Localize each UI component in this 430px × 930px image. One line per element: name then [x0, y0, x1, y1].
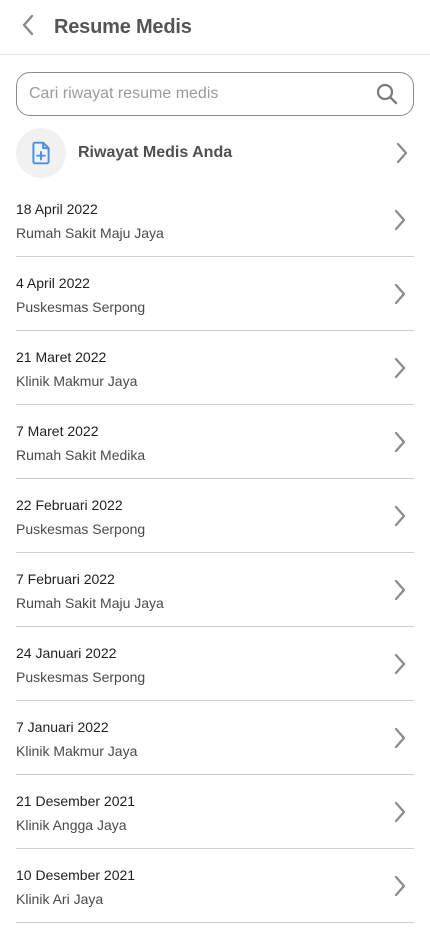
search-bar [16, 72, 414, 116]
app-header: Resume Medis [0, 0, 430, 55]
chevron-right-icon [390, 141, 414, 165]
chevron-right-icon [388, 874, 412, 898]
record-facility: Klinik Angga Jaya [16, 816, 127, 833]
medical-record-list: 18 April 2022 Rumah Sakit Maju Jaya 4 Ap… [16, 183, 414, 923]
record-date: 22 Februari 2022 [16, 496, 123, 513]
record-list-item[interactable]: 7 Maret 2022 Rumah Sakit Medika [16, 405, 414, 479]
search-input[interactable] [29, 85, 375, 103]
record-list-item[interactable]: 4 April 2022 Puskesmas Serpong [16, 257, 414, 331]
record-facility: Puskesmas Serpong [16, 298, 146, 315]
record-list-item[interactable]: 21 Desember 2021 Klinik Angga Jaya [16, 775, 414, 849]
record-facility: Klinik Makmur Jaya [16, 372, 138, 389]
search-icon[interactable] [375, 82, 399, 106]
chevron-right-icon [388, 356, 412, 380]
record-date: 18 April 2022 [16, 200, 98, 217]
chevron-left-icon [21, 13, 35, 42]
record-date: 21 Desember 2021 [16, 792, 136, 809]
record-date: 7 Februari 2022 [16, 570, 115, 587]
chevron-right-icon [388, 726, 412, 750]
medical-history-row[interactable]: Riwayat Medis Anda [16, 128, 414, 178]
record-list-item[interactable]: 22 Februari 2022 Puskesmas Serpong [16, 479, 414, 553]
chevron-right-icon [388, 504, 412, 528]
record-list-item[interactable]: 7 Januari 2022 Klinik Makmur Jaya [16, 701, 414, 775]
chevron-right-icon [388, 578, 412, 602]
chevron-right-icon [388, 800, 412, 824]
chevron-right-icon [388, 652, 412, 676]
medical-history-title: Riwayat Medis Anda [78, 144, 233, 161]
record-facility: Klinik Ari Jaya [16, 890, 104, 907]
record-date: 7 Januari 2022 [16, 718, 109, 735]
record-facility: Puskesmas Serpong [16, 668, 146, 685]
record-facility: Rumah Sakit Maju Jaya [16, 224, 164, 241]
record-date: 4 April 2022 [16, 274, 90, 291]
record-date: 10 Desember 2021 [16, 866, 136, 883]
record-date: 21 Maret 2022 [16, 348, 107, 365]
record-facility: Puskesmas Serpong [16, 520, 146, 537]
record-facility: Rumah Sakit Maju Jaya [16, 594, 164, 611]
record-date: 24 Januari 2022 [16, 644, 117, 661]
record-list-item[interactable]: 24 Januari 2022 Puskesmas Serpong [16, 627, 414, 701]
record-date: 7 Maret 2022 [16, 422, 99, 439]
record-list-item[interactable]: 18 April 2022 Rumah Sakit Maju Jaya [16, 183, 414, 257]
chevron-right-icon [388, 430, 412, 454]
record-facility: Rumah Sakit Medika [16, 446, 146, 463]
medical-document-icon [16, 128, 66, 178]
record-facility: Klinik Makmur Jaya [16, 742, 138, 759]
back-button[interactable] [16, 14, 40, 40]
page-title: Resume Medis [54, 16, 192, 38]
chevron-right-icon [388, 282, 412, 306]
record-list-item[interactable]: 10 Desember 2021 Klinik Ari Jaya [16, 849, 414, 923]
chevron-right-icon [388, 208, 412, 232]
record-list-item[interactable]: 21 Maret 2022 Klinik Makmur Jaya [16, 331, 414, 405]
record-list-item[interactable]: 7 Februari 2022 Rumah Sakit Maju Jaya [16, 553, 414, 627]
